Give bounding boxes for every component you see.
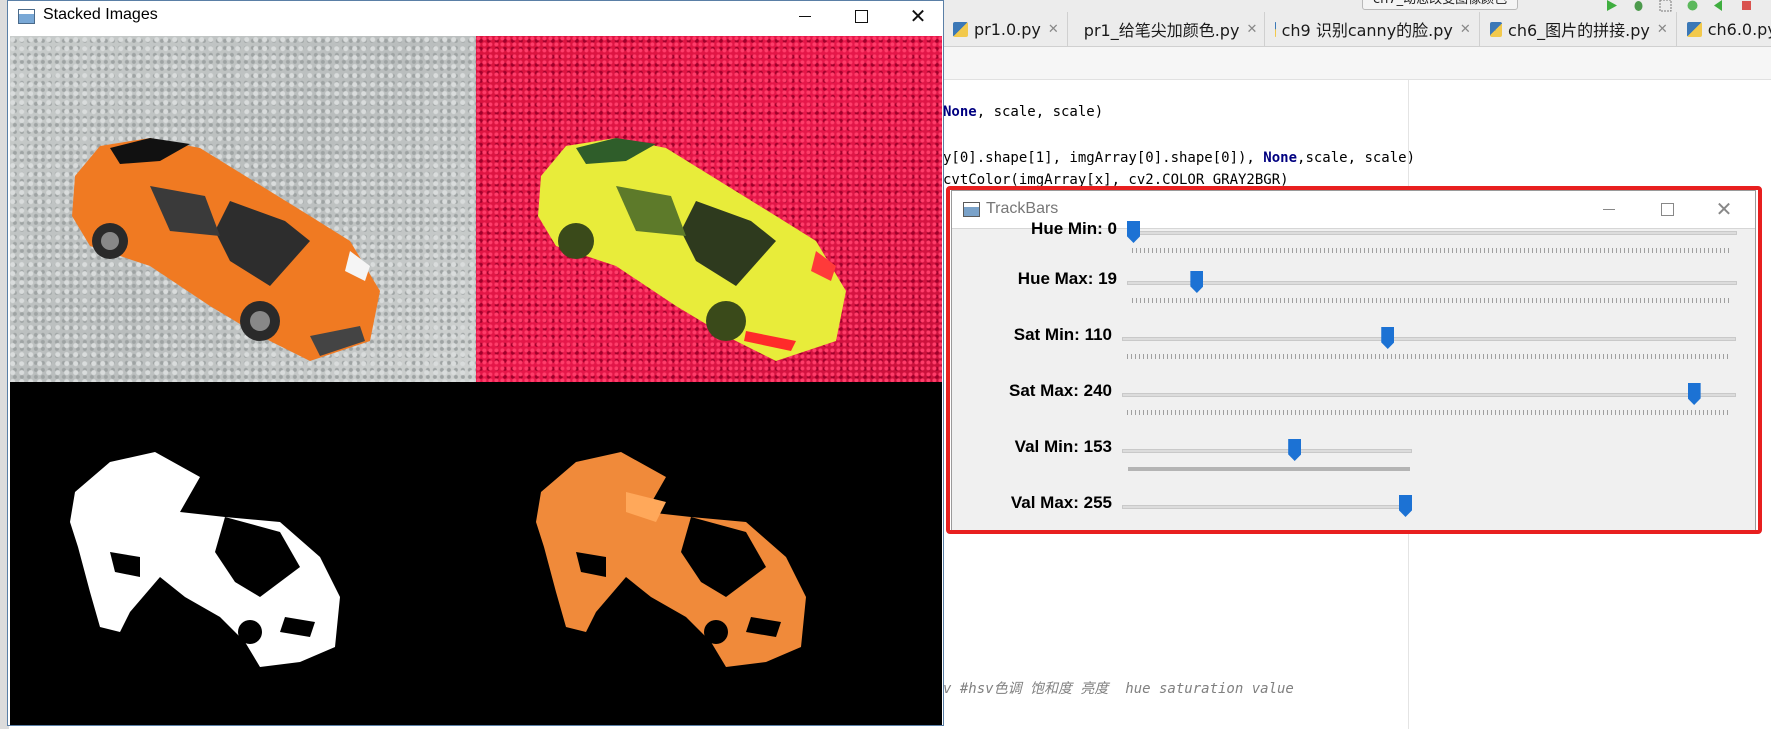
editor-tab-label: pr1.0.py: [974, 19, 1041, 39]
profile-icon[interactable]: [1686, 0, 1699, 11]
car-hsv: [538, 138, 846, 361]
editor-breadcrumb-bar: [943, 47, 1771, 80]
python-file-icon: [1489, 21, 1503, 37]
highlight-box: [946, 186, 1762, 534]
close-button[interactable]: ✕: [895, 1, 941, 31]
coverage-icon[interactable]: [1659, 0, 1672, 12]
python-file-icon: [953, 21, 968, 37]
code-text: , scale, scale): [976, 104, 1104, 120]
editor-tab-label: pr1_给笔尖加颜色.py: [1083, 21, 1240, 40]
editor-tab[interactable]: pr1_给笔尖加颜色.py ✕: [1068, 12, 1265, 46]
editor-tab-label: ch6.0.py: [1707, 19, 1771, 39]
editor-tab[interactable]: ch6.0.py: [1677, 12, 1771, 46]
result-image: [476, 382, 942, 725]
maximize-icon: [854, 9, 868, 23]
debug-icon[interactable]: [1632, 0, 1645, 11]
stop-icon[interactable]: [1740, 0, 1753, 10]
close-tab-icon[interactable]: ✕: [1657, 22, 1668, 37]
window-title: Stacked Images: [43, 6, 158, 23]
editor-tab-label: ch9 识别canny的脸.py: [1281, 21, 1453, 40]
code-line: y[0].shape[1], imgArray[0].shape[0]), No…: [943, 150, 1415, 166]
close-icon: ✕: [909, 4, 927, 28]
minimize-button[interactable]: [782, 1, 828, 31]
code-text: ,scale, scale): [1297, 150, 1416, 166]
close-tab-icon[interactable]: ✕: [1460, 22, 1471, 37]
code-keyword: None: [1263, 150, 1298, 166]
run-configuration-dropdown[interactable]: ch7_动态改变图像颜色: [1362, 0, 1519, 10]
window-app-icon: [18, 9, 35, 24]
code-line: None, scale, scale): [943, 104, 1103, 120]
maximize-button[interactable]: [838, 1, 884, 31]
window-titlebar[interactable]: Stacked Images ✕: [8, 1, 943, 34]
editor-tab[interactable]: ch6_图片的拼接.py ✕: [1480, 12, 1677, 46]
hsv-image: [476, 36, 942, 382]
car-mask: [70, 452, 340, 667]
step-icon[interactable]: [1713, 0, 1726, 11]
editor-tab-label: ch6_图片的拼接.py: [1508, 21, 1650, 40]
code-text: y[0].shape[1], imgArray[0].shape[0]),: [943, 150, 1264, 166]
stacked-images-window: Stacked Images ✕: [7, 0, 944, 726]
mask-image: [10, 382, 476, 725]
python-file-icon: [1686, 21, 1702, 37]
editor-tab[interactable]: pr1.0.py ✕: [943, 12, 1068, 46]
run-icon[interactable]: [1605, 0, 1618, 11]
editor-tab[interactable]: ch9 识别canny的脸.py ✕: [1265, 12, 1480, 46]
code-comment: v #hsv色调 饱和度 亮度 hue saturation value: [943, 681, 1294, 697]
car-result: [536, 452, 806, 667]
run-toolbar: [1605, 0, 1753, 12]
python-file-icon: [1274, 21, 1276, 37]
car-photo: [72, 138, 380, 361]
close-tab-icon[interactable]: ✕: [1246, 22, 1257, 37]
editor-tab-bar: pr1.0.py ✕ pr1_给笔尖加颜色.py ✕ ch9 识别canny的脸…: [943, 12, 1771, 47]
original-image: [10, 36, 476, 382]
close-tab-icon[interactable]: ✕: [1048, 22, 1059, 37]
code-keyword: None: [943, 104, 977, 120]
minimize-icon: [799, 15, 811, 17]
